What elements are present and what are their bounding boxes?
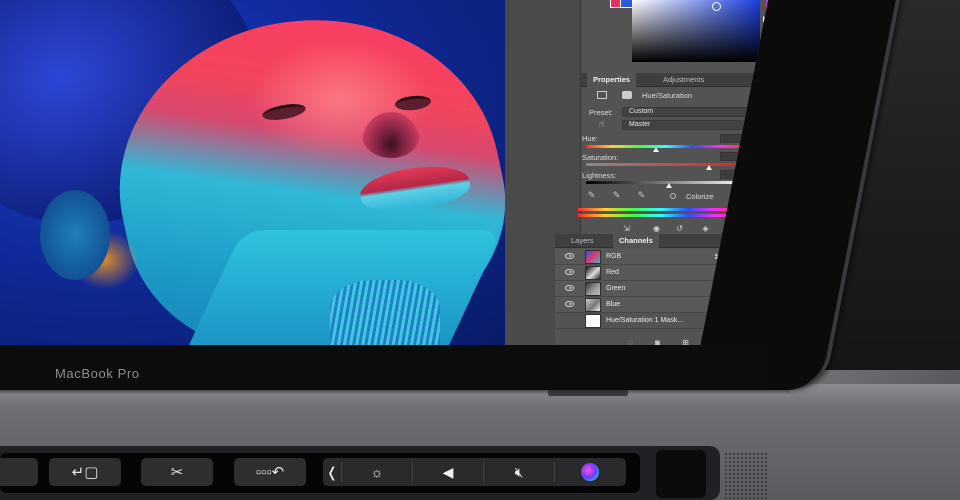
- undo-window-icon: ↵▢: [71, 464, 99, 481]
- chevron-left-icon: ❬: [326, 463, 338, 480]
- hue-slider[interactable]: [586, 145, 746, 148]
- lightness-slider-thumb[interactable]: [666, 183, 672, 188]
- photo-canvas[interactable]: [0, 0, 505, 347]
- color-range-bar-bottom: [578, 214, 743, 217]
- eyedropper-plus-icon[interactable]: ✎: [611, 190, 622, 201]
- channel-name: Green: [606, 285, 626, 292]
- volume-button[interactable]: ◀: [413, 458, 483, 486]
- tab-channels[interactable]: Channels: [613, 234, 659, 248]
- screen: Properties Adjustments Hue/Saturation Pr…: [0, 0, 768, 347]
- channel-thumbnail: [585, 250, 601, 264]
- preset-label: Preset:: [589, 108, 613, 117]
- color-picker-field[interactable]: [632, 0, 760, 62]
- brightness-icon: ☼: [370, 464, 384, 480]
- channel-thumbnail: [585, 314, 601, 328]
- brightness-button[interactable]: ☼: [342, 458, 412, 486]
- channel-name: RGB: [606, 253, 622, 260]
- hue-label: Hue:: [582, 134, 598, 143]
- ear: [40, 190, 110, 280]
- channel-name: Hue/Saturation 1 Mask...: [606, 317, 684, 324]
- hue-slider-thumb[interactable]: [653, 147, 659, 152]
- hand-target-icon[interactable]: ☝: [596, 119, 607, 130]
- colorize-checkbox[interactable]: [670, 193, 676, 199]
- volume-icon: ◀: [442, 463, 454, 480]
- eye-icon[interactable]: [565, 253, 574, 259]
- siri-button[interactable]: [555, 458, 625, 486]
- view-previous-icon[interactable]: ◉: [651, 224, 662, 234]
- nose: [362, 112, 420, 158]
- eyedropper-icon[interactable]: ✎: [586, 190, 597, 201]
- adjustment-layer-icon: [597, 91, 607, 99]
- color-range-bar-top: [578, 208, 743, 211]
- properties-tabbar: Properties Adjustments: [581, 73, 768, 87]
- mute-button[interactable]: 🔇︎: [484, 458, 554, 486]
- eye-icon[interactable]: [565, 301, 574, 307]
- saturation-slider[interactable]: [586, 163, 746, 166]
- tab-properties[interactable]: Properties: [587, 73, 637, 87]
- channel-dropdown[interactable]: Master ▾: [622, 120, 764, 130]
- saturation-label: Saturation:: [582, 153, 619, 162]
- channel-name: Red: [606, 269, 619, 276]
- control-strip: ❬ ☼ ◀ 🔇︎: [323, 458, 626, 486]
- step-backward-button[interactable]: ▫▫▫↶: [234, 458, 306, 486]
- earring: [330, 280, 440, 347]
- eye-icon[interactable]: [565, 285, 574, 291]
- brand-label: MacBook Pro: [55, 366, 140, 381]
- step-backward-icon: ▫▫▫↶: [255, 464, 285, 481]
- channel-value: Master: [629, 121, 651, 128]
- speaker-grille: [724, 452, 768, 500]
- preset-value: Custom: [629, 108, 654, 115]
- saturation-slider-thumb[interactable]: [706, 165, 712, 170]
- collapse-control-strip-button[interactable]: ❬: [323, 458, 341, 486]
- eye-icon[interactable]: [565, 269, 574, 275]
- mute-icon: 🔇︎: [514, 463, 524, 480]
- reset-icon[interactable]: ↺: [674, 224, 685, 234]
- preset-dropdown[interactable]: Custom ▾: [622, 107, 764, 117]
- channel-thumbnail: [585, 282, 601, 296]
- clip-to-layer-icon[interactable]: ⇲: [621, 224, 632, 234]
- esc-key[interactable]: [0, 458, 38, 486]
- lightness-label: Lightness:: [582, 171, 617, 180]
- tab-adjustments[interactable]: Adjustments: [657, 73, 710, 87]
- mask-icon: [622, 91, 632, 99]
- channel-name: Blue: [606, 301, 621, 308]
- cut-icon: ✂: [170, 464, 184, 481]
- adjustment-name: Hue/Saturation: [642, 91, 693, 100]
- eyedropper-minus-icon[interactable]: ✎: [636, 190, 647, 201]
- channel-thumbnail: [585, 266, 601, 280]
- tab-layers[interactable]: Layers: [565, 234, 600, 248]
- touch-id-button[interactable]: [656, 450, 706, 498]
- channel-thumbnail: [585, 298, 601, 312]
- undo-window-button[interactable]: ↵▢: [49, 458, 121, 486]
- color-picker-ring[interactable]: [712, 2, 721, 11]
- visibility-icon[interactable]: ◈: [700, 224, 711, 234]
- colorize-label: Colorize: [686, 192, 714, 201]
- cut-button[interactable]: ✂: [141, 458, 213, 486]
- siri-icon: [581, 463, 599, 481]
